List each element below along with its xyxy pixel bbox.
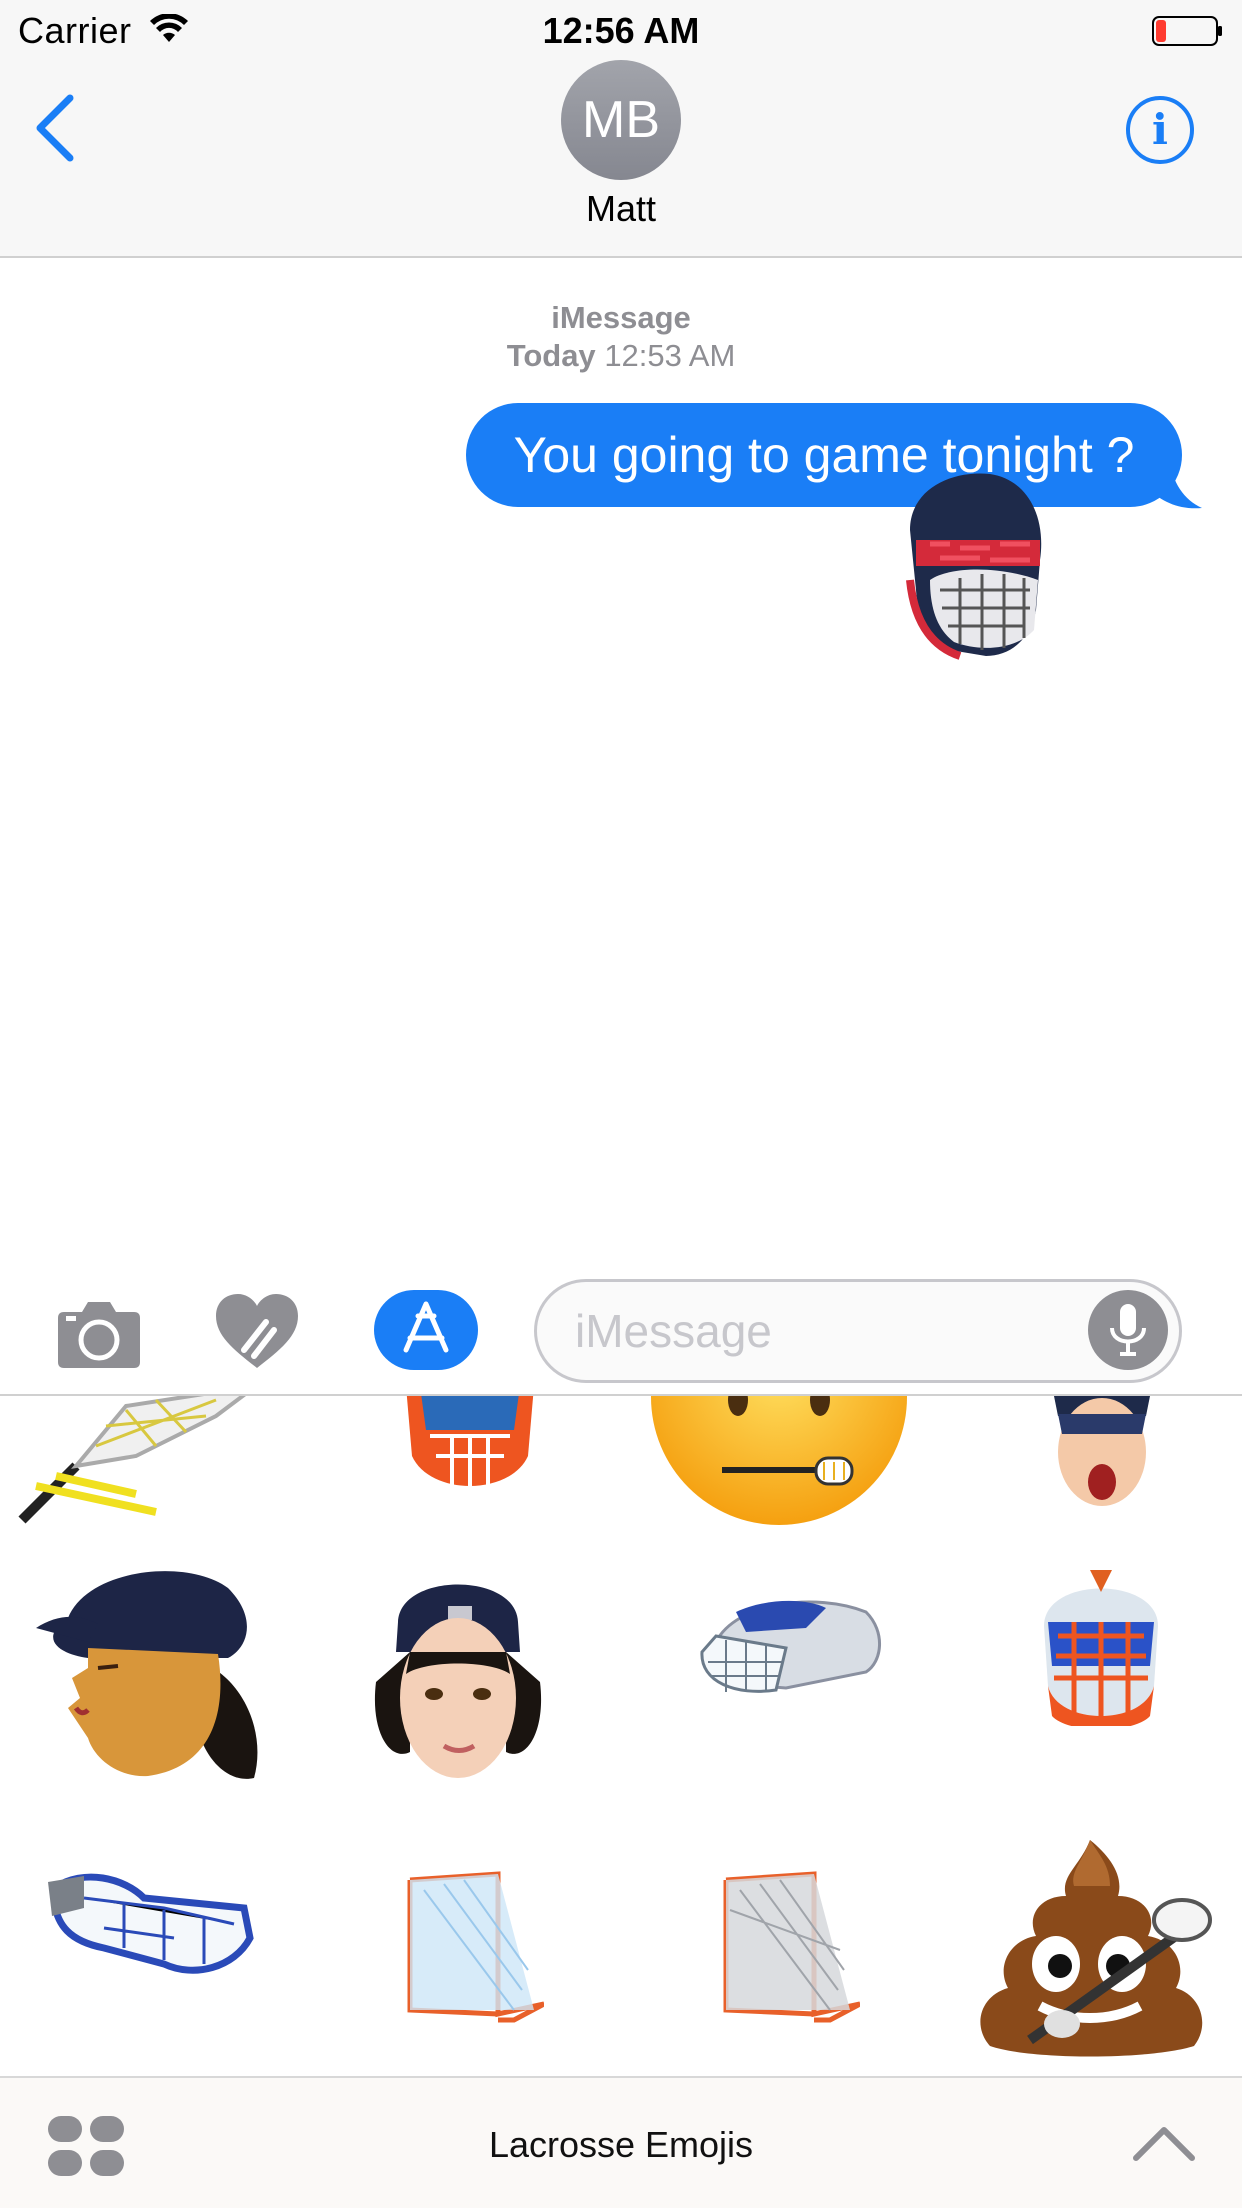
input-bar (0, 1268, 1242, 1396)
chevron-up-icon[interactable] (1132, 2122, 1196, 2162)
digital-touch-heart-icon[interactable] (214, 1292, 300, 1372)
timestamp-time: 12:53 AM (604, 338, 736, 373)
status-time: 12:56 AM (542, 10, 700, 51)
sticker-player-profile-backwards-cap[interactable] (28, 1558, 268, 1786)
back-button[interactable] (30, 92, 90, 172)
lacrosse-helmet-sticker[interactable] (890, 470, 1050, 662)
sticker-goalie-helmet-orange[interactable] (400, 1396, 540, 1504)
app-title: Lacrosse Emojis (488, 2124, 754, 2165)
sticker-lacrosse-helmet-side[interactable] (696, 1592, 886, 1702)
sticker-goalie-helmet-front[interactable] (1034, 1566, 1168, 1726)
app-store-icon[interactable] (374, 1290, 478, 1370)
sticker-drawer (0, 1396, 1242, 2076)
sticker-lacrosse-goggles[interactable] (44, 1868, 254, 1980)
sticker-emoji-face-stick-mouth[interactable] (648, 1396, 910, 1528)
app-bar: Lacrosse Emojis (0, 2076, 1242, 2208)
timestamp-day: Today (506, 338, 596, 373)
sticker-player-face-shouting[interactable] (1032, 1396, 1172, 1510)
service-label: iMessage (551, 300, 691, 335)
sticker-player-face-backwards-cap[interactable] (370, 1562, 546, 1784)
avatar[interactable]: MB (561, 60, 681, 180)
sticker-lacrosse-goal-gray[interactable] (720, 1870, 860, 2024)
contact-name[interactable]: Matt (0, 188, 1242, 230)
sticker-lacrosse-goal-blue[interactable] (404, 1870, 544, 2024)
message-input[interactable] (534, 1279, 1182, 1383)
sent-message-bubble[interactable]: You going to game tonight ? (466, 403, 1182, 507)
sticker-poop-emoji-stick[interactable] (970, 1836, 1214, 2060)
camera-icon[interactable] (56, 1298, 142, 1370)
battery-icon (1152, 16, 1222, 46)
chevron-left-icon (36, 94, 74, 162)
conversation-header: Carrier 12:56 AM MB Matt i (0, 0, 1242, 258)
microphone-icon[interactable] (1088, 1290, 1168, 1370)
message-timestamp: Today 12:53 AM (0, 338, 1242, 374)
sticker-lacrosse-stick-head[interactable] (16, 1396, 266, 1526)
info-icon[interactable]: i (1126, 96, 1194, 164)
